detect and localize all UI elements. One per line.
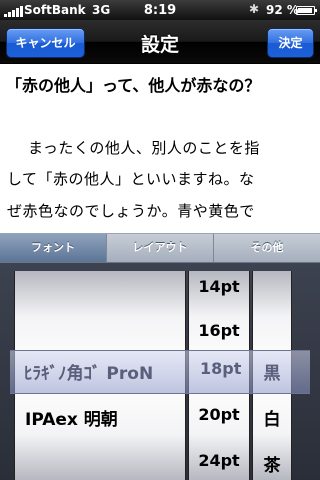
picker-row: 20pt [198,405,240,424]
article-line: まったくの他人、別人のことを指 [28,139,260,157]
selected-font: ﾋﾗｷﾞﾉ角ｺﾞ ProN [24,364,154,384]
font-picker: IPAex 明朝 14pt 16pt 20pt 24pt 白 茶 ﾋﾗｷﾞﾉ角ｺ… [0,263,320,480]
tab-other[interactable]: その他 [214,234,320,262]
tab-layout[interactable]: レイアウト [107,234,214,262]
status-bar: SoftBank 3G 8:19 ✱ 92 % [0,0,320,20]
bluetooth-icon: ✱ [249,2,260,16]
battery-percent: 92 % [266,3,299,17]
picker-row: 24pt [198,451,240,470]
picker-row: 16pt [198,321,240,340]
picker-row: 茶 [263,456,281,476]
selected-size: 18pt [200,359,242,378]
settings-segmented-control: フォント レイアウト その他 [0,233,320,263]
selected-color: 黒 [263,364,281,384]
battery-icon [296,6,317,15]
tab-font[interactable]: フォント [0,234,107,262]
done-button[interactable]: 決定 [267,28,314,58]
article-heading: 「赤の他人」って、他人が赤なの？ [6,76,261,95]
battery-fill [298,8,312,13]
article-line: して「赤の他人」といいますね。な [7,170,255,188]
navigation-bar: キャンセル 設定 決定 [0,20,320,64]
text-preview[interactable]: 「赤の他人」って、他人が赤なの？ まったくの他人、別人のことを指 して「赤の他人… [0,64,320,233]
picker-row: IPAex 明朝 [25,410,118,430]
picker-row: 14pt [198,277,240,296]
article-line: ぜ赤色なのでしょうか。青や黄色で [7,202,255,220]
picker-row: 白 [263,410,281,430]
